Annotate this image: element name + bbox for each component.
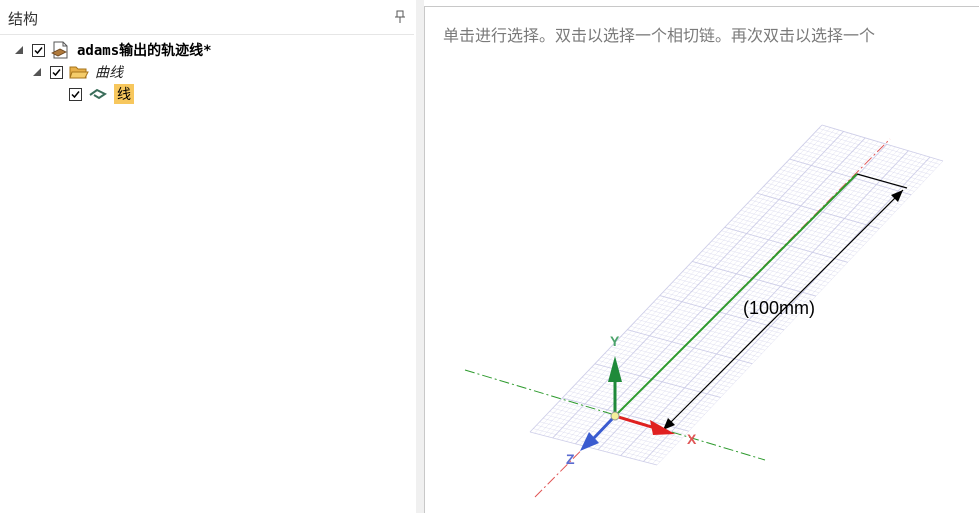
design-viewport[interactable]: 单击进行选择。双击以选择一个相切链。再次双击以选择一个 (100mm) Y X <box>424 6 979 513</box>
panel-title: 结构 <box>8 10 39 28</box>
check-icon <box>71 90 80 98</box>
panel-splitter[interactable] <box>416 0 424 513</box>
grid-line <box>805 141 928 179</box>
app-root: 结构 adams输出的轨迹线* 曲线 线 单击进行选择。双击以选择一个相切链。再… <box>0 0 979 513</box>
grid-line <box>792 155 915 192</box>
pin-icon[interactable] <box>394 10 406 24</box>
check-icon <box>52 68 61 76</box>
grid-line <box>808 138 931 175</box>
grid-line <box>795 152 918 189</box>
grid-line <box>763 186 886 223</box>
grid-line <box>783 165 905 202</box>
grid-line <box>815 131 937 169</box>
structure-panel-header: 结构 <box>0 0 414 35</box>
curve-icon <box>89 88 107 100</box>
grid-line <box>773 175 896 212</box>
tree-item-curves-label: 曲线 <box>95 65 123 81</box>
folder-open-icon <box>69 66 89 79</box>
curve-line[interactable] <box>614 173 858 417</box>
grid-line <box>799 148 921 185</box>
grid-line <box>786 162 909 199</box>
check-icon <box>34 46 43 54</box>
tree-item-curves[interactable]: 曲线 <box>32 62 123 82</box>
document-icon <box>51 41 68 59</box>
grid-line <box>776 172 899 209</box>
checkbox-curves[interactable] <box>50 65 63 79</box>
tree-item-root[interactable]: adams输出的轨迹线* <box>14 40 212 60</box>
grid-line <box>750 199 874 236</box>
structure-panel: 结构 adams输出的轨迹线* 曲线 线 <box>0 0 416 513</box>
expand-triangle-icon[interactable] <box>32 67 42 77</box>
tree-item-line[interactable]: 线 <box>69 84 134 104</box>
grid-line <box>760 189 883 226</box>
expand-triangle-icon[interactable] <box>14 45 24 55</box>
dimension-label[interactable]: (100mm) <box>743 298 815 318</box>
tree-item-root-label: adams输出的轨迹线* <box>77 43 212 59</box>
checkbox-root[interactable] <box>32 43 45 57</box>
grid-line <box>818 128 940 165</box>
z-axis-label: Z <box>566 451 575 467</box>
grid-line <box>789 158 912 196</box>
x-axis-label: X <box>687 431 697 447</box>
checkbox-line[interactable] <box>69 87 82 101</box>
scene-canvas[interactable]: (100mm) Y X Z <box>425 7 979 513</box>
y-axis-label: Y <box>610 333 620 349</box>
grid-line <box>766 182 890 219</box>
grid-line <box>770 179 893 216</box>
tree-item-line-label: 线 <box>114 84 134 104</box>
origin-point[interactable] <box>610 411 620 421</box>
grid-line <box>821 124 944 162</box>
